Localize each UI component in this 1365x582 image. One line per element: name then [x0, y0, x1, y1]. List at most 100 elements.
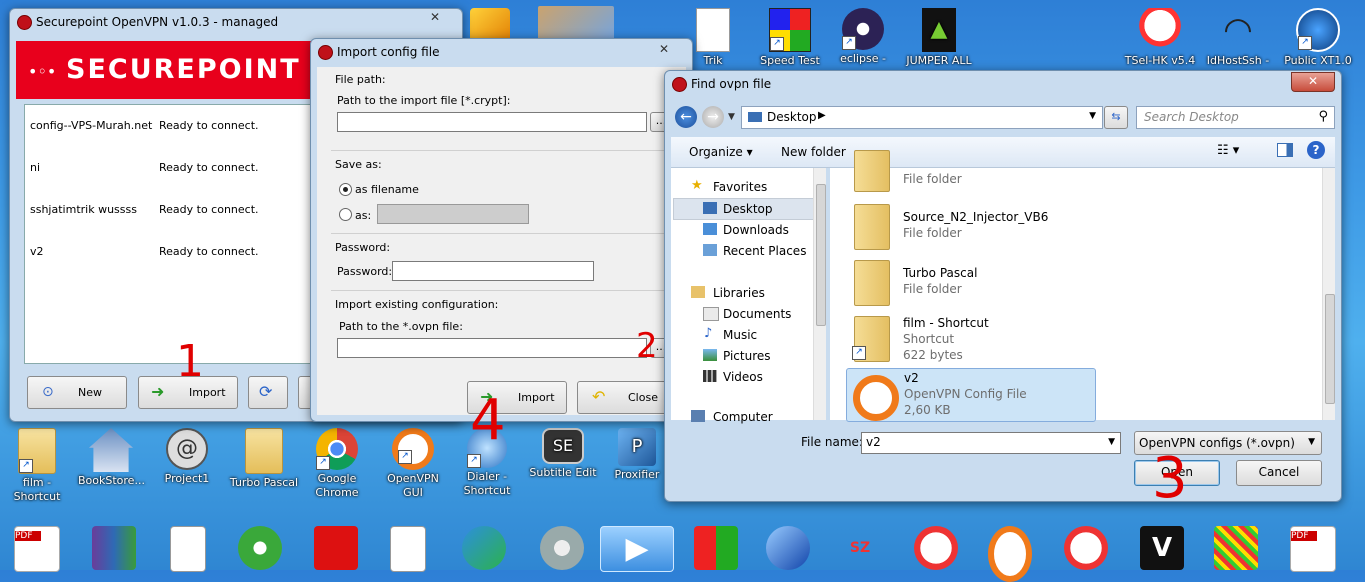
file-list: File folder Source_N2_Injector_VB6 File …: [830, 150, 1335, 422]
nav-music[interactable]: Music: [723, 328, 757, 342]
nav-videos[interactable]: Videos: [723, 370, 763, 384]
hello-kitty-icon[interactable]: [914, 526, 958, 570]
list-item-selected[interactable]: v2 OpenVPN Config File 2,60 KB: [846, 368, 1096, 422]
back-button[interactable]: ←: [675, 106, 697, 128]
computer-icon: [691, 410, 705, 422]
dialog-title: Find ovpn file: [691, 77, 772, 91]
desktop-icon-turbo-pascal[interactable]: Turbo Pascal: [228, 428, 300, 490]
refresh-button[interactable]: ⟳: [248, 376, 288, 409]
green-disc-icon[interactable]: [238, 526, 282, 570]
list-item[interactable]: ni Ready to connect.: [25, 159, 315, 177]
desktop-icon-jumper-all[interactable]: ▲ JUMPER ALL: [904, 8, 974, 68]
file-name-input[interactable]: v2 ▼: [861, 432, 1121, 454]
refresh-button[interactable]: ⇆: [1104, 106, 1128, 129]
downloads-icon: [703, 223, 717, 235]
play-icon[interactable]: ▶: [600, 526, 674, 572]
poster-icon[interactable]: [390, 526, 426, 572]
password-input[interactable]: [392, 261, 594, 281]
openvpn-new-icon: ⊙: [42, 384, 54, 400]
list-item[interactable]: Source_N2_Injector_VB6 File folder: [850, 202, 1090, 252]
nav-pictures[interactable]: Pictures: [723, 349, 771, 363]
nav-desktop[interactable]: Desktop: [723, 202, 773, 216]
list-item[interactable]: Turbo Pascal File folder: [850, 258, 1090, 308]
shortcut-arrow-icon: ↗: [770, 37, 784, 51]
title-bar: Import config file ✕: [311, 39, 692, 65]
close-button[interactable]: ✕: [654, 41, 674, 59]
pdf-icon[interactable]: PDF: [1290, 526, 1336, 572]
v-app-icon[interactable]: V: [1140, 526, 1184, 570]
close-button[interactable]: ✕: [1291, 72, 1335, 92]
find-ovpn-dialog: Find ovpn file ✕ ← → ▼ Desktop ▶ ▼ ⇆ Sea…: [664, 70, 1342, 502]
search-input[interactable]: Search Desktop ⚲: [1136, 106, 1335, 129]
desktop-icon-project1[interactable]: @ Project1: [156, 428, 218, 486]
desktop-icon-bookstore[interactable]: BookStore...: [78, 428, 145, 488]
pdf-icon[interactable]: PDF: [14, 526, 60, 572]
as-custom-radio[interactable]: [339, 208, 352, 221]
nav-libraries[interactable]: Libraries: [713, 286, 765, 300]
desktop-icon-idhostssh[interactable]: ◠ IdHostSsh -: [1200, 8, 1276, 68]
close-button[interactable]: ✕: [416, 9, 454, 27]
address-bar[interactable]: Desktop ▶ ▼: [741, 106, 1103, 129]
shortcut-arrow-icon: ↗: [852, 346, 866, 360]
address-dropdown-icon[interactable]: ▼: [1089, 111, 1096, 121]
desktop-icon-eclipse[interactable]: ↗ eclipse -: [832, 8, 894, 66]
desktop-icon-tsel-hk[interactable]: TSel-HK v5.4: [1120, 8, 1200, 68]
nav-scrollbar[interactable]: [813, 168, 826, 420]
divider: [331, 233, 676, 234]
ovpn-path-input[interactable]: [337, 338, 647, 358]
close-button[interactable]: ↶ Close: [577, 381, 677, 414]
forward-button[interactable]: →: [702, 106, 724, 128]
desktop-icon-proxifier[interactable]: P Proxifier: [606, 428, 668, 482]
annotation-4: 4: [470, 388, 506, 453]
openvpn-icon[interactable]: [988, 526, 1032, 582]
help-icon[interactable]: ?: [1307, 141, 1325, 159]
debian-swirl-icon: @: [166, 428, 208, 470]
organize-menu[interactable]: Organize ▾: [689, 145, 753, 159]
breadcrumb-chevron-icon: ▶: [818, 110, 826, 121]
download-manager-icon[interactable]: [462, 526, 506, 570]
desktop-icon-google-chrome[interactable]: ↗ Google Chrome: [306, 428, 368, 500]
pattern-icon[interactable]: [1214, 526, 1258, 570]
command-bar: Organize ▾ New folder ☷ ▾ ?: [671, 137, 1335, 168]
winrar-icon[interactable]: [92, 526, 136, 570]
view-options-icon[interactable]: ☷ ▾: [1217, 143, 1239, 158]
desktop-icon-film-shortcut[interactable]: ↗ film - Shortcut: [6, 428, 68, 504]
wifi-icon: ◠: [1223, 10, 1253, 50]
list-item[interactable]: File folder: [850, 150, 1090, 192]
shield-windows-icon[interactable]: [766, 526, 810, 570]
import-file-path-input[interactable]: [337, 112, 647, 132]
nav-recent-places[interactable]: Recent Places: [723, 244, 806, 258]
preview-pane-icon[interactable]: [1277, 143, 1293, 157]
desktop-icon-public-xt[interactable]: ↗ Public XT1.0: [1278, 8, 1358, 68]
list-item[interactable]: v2 Ready to connect.: [25, 243, 315, 261]
new-button[interactable]: ⊙ New: [27, 376, 127, 409]
gear-icon[interactable]: [540, 526, 584, 570]
shortcut-arrow-icon: ↗: [19, 459, 33, 473]
desktop-icon-openvpn-gui[interactable]: ↗ OpenVPN GUI: [382, 428, 444, 500]
securepoint-app-icon: [318, 45, 333, 60]
file-list-scrollbar[interactable]: [1322, 168, 1335, 420]
history-dropdown-icon[interactable]: ▼: [728, 112, 735, 122]
nav-computer[interactable]: Computer: [713, 410, 773, 424]
desktop-icon-speed-test[interactable]: ↗ Speed Test: [756, 8, 824, 68]
nav-downloads[interactable]: Downloads: [723, 223, 789, 237]
red-box-icon[interactable]: [314, 526, 358, 570]
list-item[interactable]: config--VPS-Murah.net Ready to connect.: [25, 117, 315, 135]
list-item[interactable]: sshjatimtrik wussss Ready to connect.: [25, 201, 315, 219]
save-as-name-input[interactable]: [377, 204, 529, 224]
nav-favorites[interactable]: Favorites: [713, 180, 767, 194]
cancel-button[interactable]: Cancel: [1236, 460, 1322, 486]
nav-documents[interactable]: Documents: [723, 307, 791, 321]
as-filename-radio[interactable]: [339, 183, 352, 196]
list-item[interactable]: ↗ film - Shortcut Shortcut 622 bytes: [850, 314, 1090, 364]
house-icon: [89, 428, 133, 472]
desktop-icon-subtitle-edit[interactable]: SE Subtitle Edit: [526, 428, 600, 480]
divider: [331, 150, 676, 151]
ssh-icon[interactable]: SZ: [838, 526, 882, 570]
openvpn-file-icon: [853, 375, 899, 421]
arrows-icon[interactable]: [694, 526, 738, 570]
hello-kitty-icon[interactable]: [1064, 526, 1108, 570]
shortcut-arrow-icon: ↗: [398, 450, 412, 464]
document-icon[interactable]: [170, 526, 206, 572]
new-folder-button[interactable]: New folder: [781, 145, 846, 159]
